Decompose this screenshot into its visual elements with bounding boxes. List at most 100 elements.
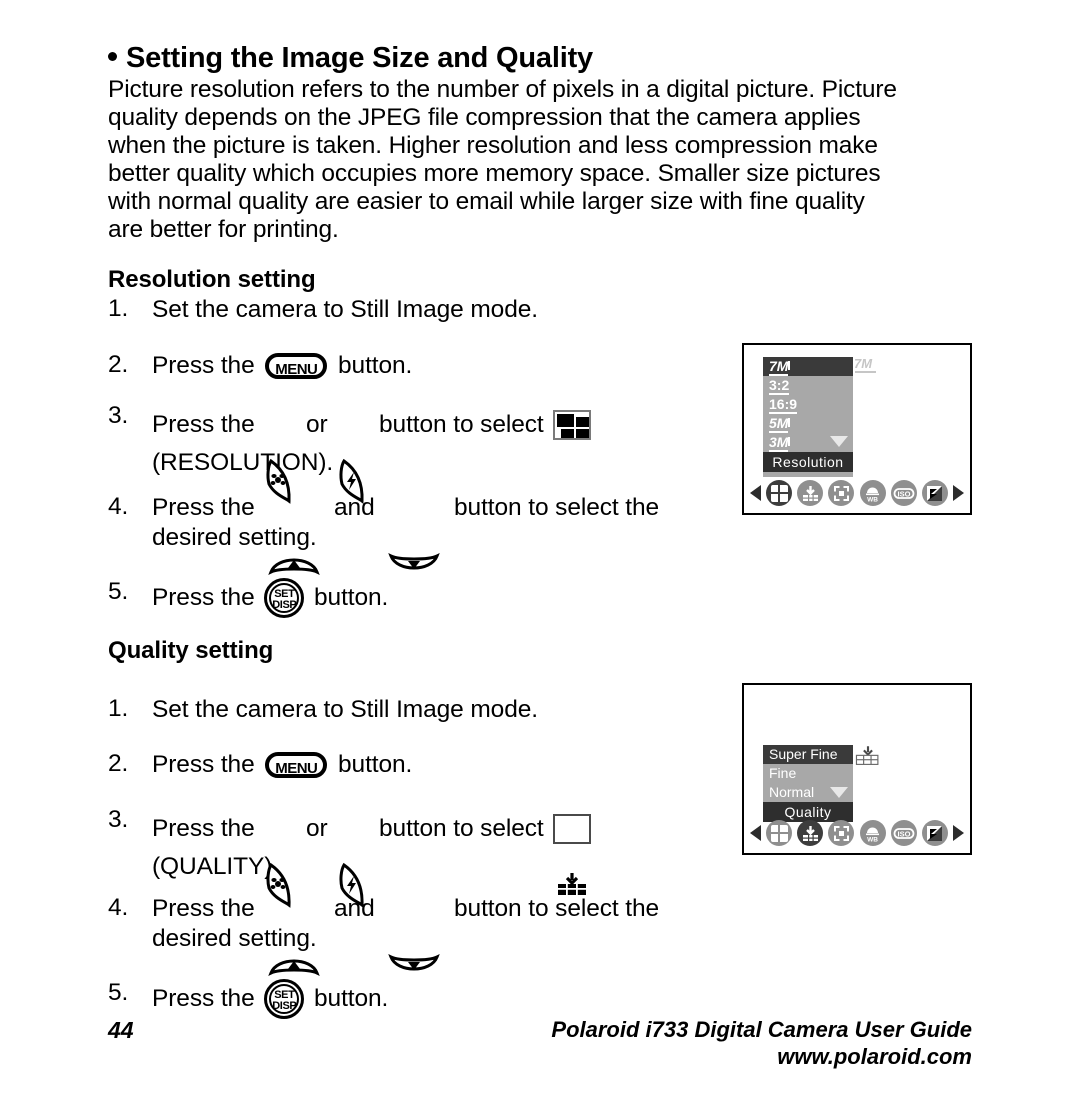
menu-item-32[interactable]: 3:2 — [763, 376, 853, 395]
resolution-grid-icon — [553, 410, 592, 440]
bullet-icon — [108, 52, 117, 61]
quality-icon-strip: WB ISO — [750, 819, 964, 847]
quality-step-4: 4. Press the and button to select the de… — [108, 894, 660, 977]
menu-item-normal[interactable]: Normal — [763, 783, 853, 802]
intro-line: are better for printing. — [108, 216, 339, 243]
quality-step-5: 5. Press the SET DISP button. — [108, 979, 388, 1019]
resolution-grid-icon[interactable] — [766, 480, 793, 506]
quality-icon[interactable] — [797, 820, 824, 846]
step-text-before: Press the — [152, 751, 262, 778]
menu-button-icon[interactable]: MENU — [265, 752, 328, 778]
scroll-down-arrow-icon[interactable] — [830, 787, 848, 798]
intro-line: Picture resolution refers to the number … — [108, 76, 897, 103]
intro-line: when the picture is taken. Higher resolu… — [108, 132, 878, 159]
resolution-corner-indicator: 7M — [854, 357, 876, 373]
strip-left-arrow-icon[interactable] — [750, 485, 761, 501]
iso-icon[interactable]: ISO — [890, 480, 917, 506]
white-balance-icon[interactable]: WB — [859, 480, 886, 506]
step-text-before: Press the — [152, 352, 262, 379]
strip-left-arrow-icon[interactable] — [750, 825, 761, 841]
resolution-step-3: 3. Press the or button to select (RESOLU… — [108, 402, 594, 504]
resolution-step-2: 2. Press the MENU button. — [108, 351, 412, 381]
set-disp-button-icon[interactable]: SET DISP — [264, 979, 305, 1019]
step-text-mid: and — [327, 494, 382, 521]
website-url: www.polaroid.com — [777, 1044, 972, 1069]
intro-line: with normal quality are easier to email … — [108, 188, 865, 215]
resolution-section-heading: Resolution setting — [108, 266, 316, 293]
svg-text:WB: WB — [867, 836, 878, 843]
quality-icon[interactable] — [797, 480, 824, 506]
resolution-step-5: 5. Press the SET DISP button. — [108, 578, 388, 618]
step-number: 2. — [108, 351, 129, 378]
macro-left-button-icon[interactable] — [265, 402, 295, 504]
step-number: 5. — [108, 979, 129, 1006]
step-text-after: button to select the — [447, 494, 660, 521]
exposure-icon[interactable] — [921, 820, 948, 846]
strip-right-arrow-icon[interactable] — [952, 825, 964, 841]
step-text-before: Press the — [152, 494, 262, 521]
quality-step-1: 1. Set the camera to Still Image mode. — [108, 695, 538, 725]
manual-page: Setting the Image Size and Quality Pictu… — [0, 0, 1080, 1080]
menu-item-169[interactable]: 16:9 — [763, 395, 853, 414]
step-text-before: Press the — [152, 584, 262, 611]
focus-icon[interactable] — [828, 820, 855, 846]
step-text-after: button. — [307, 584, 389, 611]
iso-icon[interactable]: ISO — [890, 820, 917, 846]
set-disp-button-icon[interactable]: SET DISP — [264, 578, 305, 618]
exposure-icon[interactable] — [921, 480, 948, 506]
intro-line: quality depends on the JPEG file compres… — [108, 104, 861, 131]
intro-paragraph: Picture resolution refers to the number … — [108, 76, 972, 244]
quality-lcd-figure: Super Fine Fine Normal Quality WB ISO — [742, 683, 972, 855]
step-text-after: button. — [331, 352, 413, 379]
step-text-before: Press the — [152, 985, 262, 1012]
menu-item-5m[interactable]: 5M — [763, 414, 853, 433]
step-number: 4. — [108, 894, 129, 921]
resolution-lcd-figure: 7M 7M 3:2 16:9 5M 3M Resolution WB ISO — [742, 343, 972, 515]
up-button-icon[interactable] — [267, 895, 321, 977]
resolution-step-1: 1. Set the camera to Still Image mode. — [108, 295, 538, 325]
step-number: 2. — [108, 750, 129, 777]
menu-item-fine[interactable]: Fine — [763, 764, 853, 783]
intro-line: better quality which occupies more memor… — [108, 160, 881, 187]
step-text-after: button. — [331, 751, 413, 778]
disp-label: DISP — [272, 599, 297, 611]
svg-text:WB: WB — [867, 496, 878, 503]
menu-item-super-fine[interactable]: Super Fine — [763, 745, 853, 764]
svg-text:ISO: ISO — [897, 489, 910, 498]
menu-title: Resolution — [763, 452, 853, 472]
quality-step-2: 2. Press the MENU button. — [108, 750, 412, 780]
menu-item-3m[interactable]: 3M — [763, 433, 853, 452]
quality-menu-panel[interactable]: Super Fine Fine Normal Quality — [761, 743, 855, 822]
down-button-icon[interactable] — [387, 895, 441, 971]
white-balance-icon[interactable]: WB — [859, 820, 886, 846]
flash-right-button-icon[interactable] — [338, 806, 368, 908]
step-text: Set the camera to Still Image mode. — [152, 296, 538, 323]
resolution-grid-icon[interactable] — [766, 820, 793, 846]
page-title-text: Setting the Image Size and Quality — [126, 42, 593, 74]
step-number: 1. — [108, 295, 129, 322]
scroll-down-arrow-icon[interactable] — [830, 436, 848, 447]
guide-title: Polaroid i733 Digital Camera User Guide — [551, 1017, 972, 1042]
focus-icon[interactable] — [828, 480, 855, 506]
step-text: Set the camera to Still Image mode. — [152, 696, 538, 723]
step-number: 1. — [108, 695, 129, 722]
page-title: Setting the Image Size and Quality — [108, 42, 593, 75]
strip-right-arrow-icon[interactable] — [952, 485, 964, 501]
resolution-menu-panel[interactable]: 7M 3:2 16:9 5M 3M Resolution — [761, 355, 855, 479]
flash-right-button-icon[interactable] — [338, 402, 368, 504]
quality-section-heading: Quality setting — [108, 637, 274, 664]
step-number: 3. — [108, 806, 129, 833]
svg-text:ISO: ISO — [897, 829, 910, 838]
step-number: 4. — [108, 493, 129, 520]
disp-label: DISP — [272, 1000, 297, 1012]
step-number: 3. — [108, 402, 129, 429]
macro-left-button-icon[interactable] — [265, 806, 295, 908]
resolution-step-4: 4. Press the and button to select the de… — [108, 493, 660, 576]
up-button-icon[interactable] — [267, 494, 321, 576]
quality-icon — [553, 814, 592, 895]
page-number: 44 — [108, 1017, 134, 1043]
menu-item-7m[interactable]: 7M — [763, 357, 853, 376]
down-button-icon[interactable] — [387, 494, 441, 570]
step-text-after: button to select the — [447, 895, 660, 922]
menu-button-icon[interactable]: MENU — [265, 353, 328, 379]
